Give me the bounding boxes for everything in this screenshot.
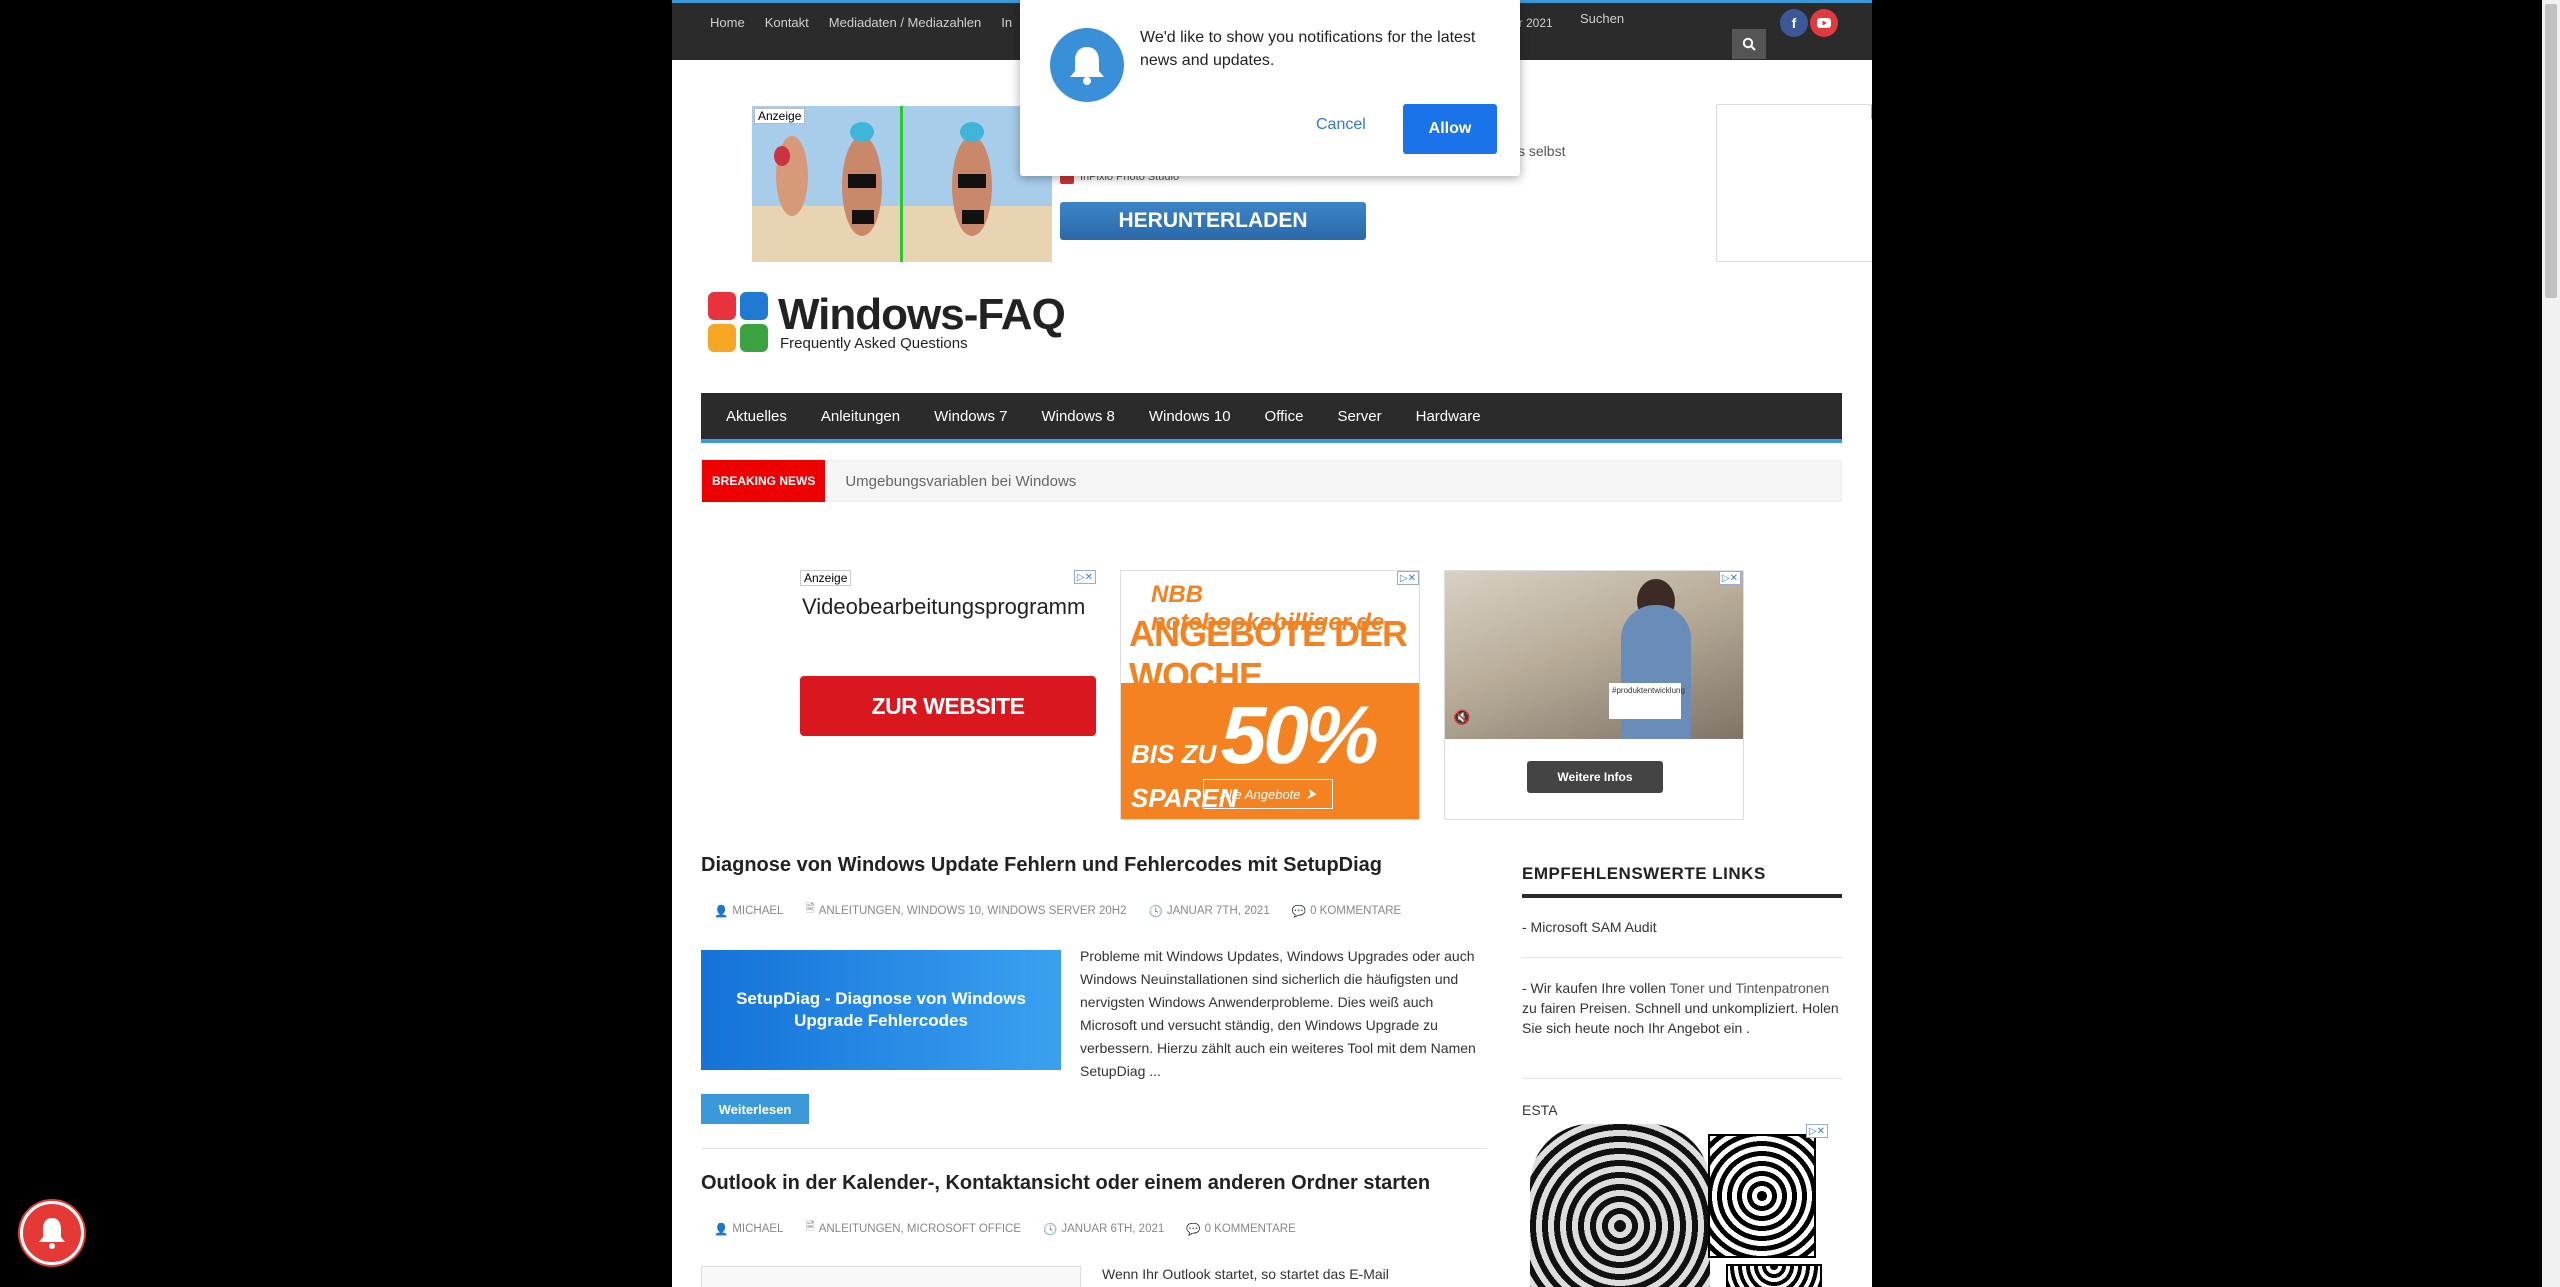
facebook-icon[interactable]: f — [1780, 9, 1808, 37]
ad-text: Videobearbeitungsprogramm — [802, 594, 1086, 619]
article-date: 🕓 JANUAR 7TH, 2021 — [1148, 904, 1270, 918]
notification-message: We'd like to show you notifications for … — [1140, 29, 1476, 69]
breaking-news-bar: BREAKING NEWS Umgebungsvariablen bei Win… — [701, 460, 1842, 502]
sidebar-heading: EMPFEHLENSWERTE LINKS — [1522, 864, 1842, 898]
notification-permission-popup: We'd like to show you notifications for … — [1020, 0, 1520, 176]
top-nav-home[interactable]: Home — [700, 15, 755, 30]
clock-icon: 🕓 — [1043, 1223, 1058, 1236]
divider — [701, 1148, 1487, 1149]
article-categories[interactable]: 🗎 ANLEITUNGEN, WINDOWS 10, WINDOWS SERVER… — [805, 901, 1126, 920]
file-icon: 🗎 — [805, 1221, 815, 1233]
ad-download-button[interactable]: HERUNTERLADEN — [1060, 202, 1366, 240]
divider — [1522, 957, 1842, 958]
user-icon: 👤 — [714, 905, 729, 918]
bell-icon — [39, 1218, 65, 1249]
cancel-button[interactable]: Cancel — [1316, 116, 1366, 134]
ad-video-overlay: #produktentwicklung — [1609, 683, 1685, 719]
ad-choices-icon[interactable]: ▷✕ — [1871, 105, 1872, 119]
user-icon: 👤 — [714, 1223, 729, 1236]
article-author[interactable]: 👤 MICHAEL — [714, 1219, 783, 1238]
ad-more-info-button[interactable]: Weitere Infos — [1527, 761, 1663, 793]
ad-choices-icon[interactable]: ▷✕ — [1074, 570, 1096, 584]
article-comments[interactable]: 💬 0 KOMMENTARE — [1292, 901, 1402, 920]
search-input[interactable]: Suchen — [1580, 11, 1624, 26]
nav-item-windows-10[interactable]: Windows 10 — [1132, 408, 1248, 425]
sidebar-link-sam-audit[interactable]: - Microsoft SAM Audit — [1522, 917, 1842, 937]
bell-icon — [1050, 28, 1124, 102]
file-icon: 🗎 — [805, 903, 815, 915]
logo-title: Windows-FAQ — [778, 289, 1066, 339]
article-categories[interactable]: 🗎 ANLEITUNGEN, MICROSOFT OFFICE — [805, 1219, 1021, 1238]
top-nav: Home Kontakt Mediadaten / Mediazahlen In — [700, 15, 1022, 30]
nav-item-office[interactable]: Office — [1248, 408, 1321, 425]
article-title[interactable]: Outlook in der Kalender-, Kontaktansicht… — [701, 1172, 1430, 1195]
breaking-news-label: BREAKING NEWS — [702, 460, 826, 502]
ad-choices-icon[interactable]: ▷✕ — [1806, 1124, 1828, 1138]
ad-video-editor[interactable]: Anzeige ▷✕ Videobearbeitungsprogramm ZUR… — [798, 570, 1098, 820]
top-nav-kontakt[interactable]: Kontakt — [755, 15, 819, 30]
ad-title: ANGEBOTE DER WOCHE — [1129, 613, 1408, 696]
nav-item-hardware[interactable]: Hardware — [1399, 408, 1498, 425]
divider — [1522, 1078, 1842, 1079]
ad-label: Anzeige — [754, 108, 806, 124]
article-date: 🕓 JANUAR 6TH, 2021 — [1043, 1222, 1165, 1236]
ad-top-image[interactable] — [752, 106, 1052, 262]
breaking-news-link[interactable]: Umgebungsvariablen bei Windows — [825, 473, 1076, 490]
top-nav-mediadaten[interactable]: Mediadaten / Mediazahlen — [819, 15, 992, 30]
article-excerpt: Probleme mit Windows Updates, Windows Up… — [1080, 948, 1476, 1079]
main-nav: Aktuelles Anleitungen Windows 7 Windows … — [701, 393, 1842, 443]
ad-video[interactable]: #produktentwicklung 🔇 ▷✕ Weitere Infos — [1444, 570, 1744, 820]
search-button[interactable] — [1732, 29, 1766, 59]
ad-notebooksbilliger[interactable]: NBB notebooksbilliger.de ANGEBOTE DER WO… — [1120, 570, 1420, 820]
nav-item-anleitungen[interactable]: Anleitungen — [804, 408, 917, 425]
ad-top-right-slot: ▷✕ — [1716, 104, 1872, 262]
ad-offers-button[interactable]: Alle Angebote ⮞ — [1203, 779, 1333, 809]
article-title[interactable]: Diagnose von Windows Update Fehlern und … — [701, 854, 1382, 877]
mute-icon[interactable]: 🔇 — [1453, 709, 1470, 726]
youtube-icon[interactable] — [1810, 9, 1838, 37]
article-meta: 👤 MICHAEL 🗎 ANLEITUNGEN, WINDOWS 10, WINDO… — [714, 901, 1401, 920]
article-thumbnail[interactable] — [701, 1266, 1081, 1287]
sidebar-toner-text: - Wir kaufen Ihre vollen Toner und Tinte… — [1522, 980, 1839, 1036]
ad-choices-icon[interactable]: ▷✕ — [1719, 571, 1741, 585]
article-comments[interactable]: 💬 0 KOMMENTARE — [1186, 1219, 1296, 1238]
ad-label: Anzeige — [800, 570, 852, 586]
article-thumbnail[interactable]: SetupDiag - Diagnose von Windows Upgrade… — [701, 950, 1061, 1070]
ad-video-frame[interactable]: #produktentwicklung 🔇 — [1445, 571, 1743, 739]
nav-item-windows-8[interactable]: Windows 8 — [1024, 408, 1131, 425]
comments-icon: 💬 — [1186, 1223, 1201, 1236]
scrollbar-thumb[interactable] — [2545, 4, 2557, 298]
windows-logo-icon — [708, 292, 768, 352]
ad-top-text: s selbst — [1518, 143, 1566, 159]
nav-item-windows-7[interactable]: Windows 7 — [917, 408, 1024, 425]
allow-button[interactable]: Allow — [1403, 104, 1497, 154]
site-logo[interactable]: Windows-FAQ Frequently Asked Questions — [708, 289, 1066, 352]
notification-bell-button[interactable] — [20, 1201, 84, 1265]
article-meta: 👤 MICHAEL 🗎 ANLEITUNGEN, MICROSOFT OFFICE … — [714, 1219, 1296, 1238]
sidebar-link-toner[interactable]: Toner und Tintenpatronen — [1670, 980, 1830, 996]
read-more-button[interactable]: Weiterlesen — [701, 1094, 809, 1124]
nav-item-aktuelles[interactable]: Aktuelles — [709, 408, 804, 425]
sidebar-link-esta[interactable]: ESTA — [1522, 1100, 1842, 1120]
article-excerpt: Wenn Ihr Outlook startet, so startet das… — [1102, 1266, 1389, 1282]
arrow-circle-icon: ⮞ — [1306, 786, 1316, 801]
search-icon — [1742, 37, 1756, 51]
ad-choices-icon[interactable]: ▷✕ — [1397, 571, 1419, 585]
clock-icon: 🕓 — [1148, 905, 1163, 918]
top-nav-truncated[interactable]: In — [991, 15, 1022, 30]
ad-header: NBB notebooksbilliger.de ANGEBOTE DER WO… — [1121, 571, 1419, 696]
sidebar-ad[interactable]: ▷✕ — [1530, 1124, 1834, 1287]
page-container: Home Kontakt Mediadaten / Mediazahlen In… — [672, 0, 1872, 1287]
ad-website-button[interactable]: ZUR WEBSITE — [800, 676, 1096, 736]
comments-icon: 💬 — [1291, 905, 1307, 918]
article-author[interactable]: 👤 MICHAEL — [714, 901, 783, 920]
nav-item-server[interactable]: Server — [1320, 408, 1398, 425]
